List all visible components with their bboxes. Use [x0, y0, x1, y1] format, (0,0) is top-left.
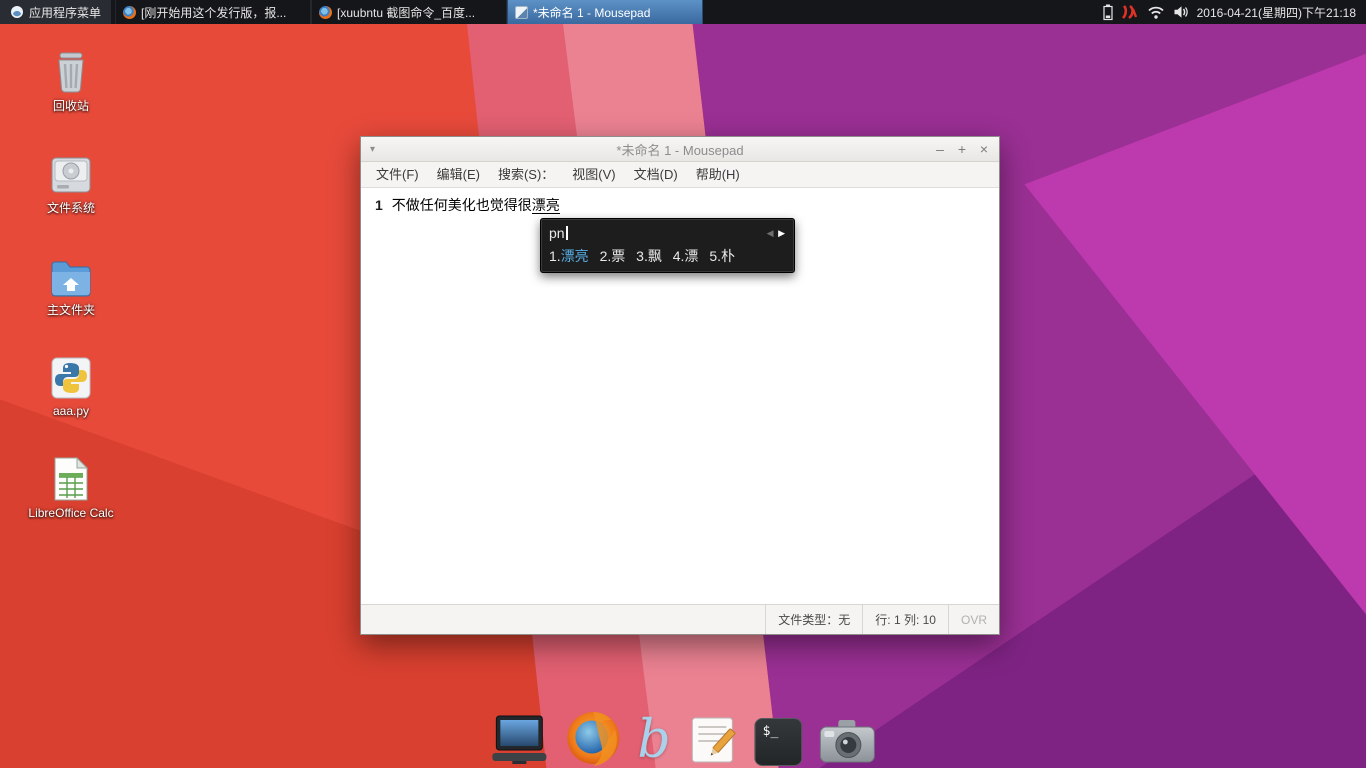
dock-item-display[interactable]: [489, 714, 549, 766]
terminal-icon: $_: [754, 718, 803, 766]
cursor-position-status: 行: 1 列: 10: [862, 605, 948, 634]
menu-view[interactable]: 视图(V): [563, 162, 624, 188]
ime-candidate-3[interactable]: 3.飘: [636, 248, 662, 264]
desktop-item-label: aaa.py: [52, 404, 90, 419]
mousepad-window: ▾ *未命名 1 - Mousepad – + × 文件(F) 编辑(E) 搜索…: [360, 136, 1000, 635]
top-panel: 应用程序菜单 [刚开始用这个发行版，报... [xuubntu 截图命令_百度.…: [0, 0, 1366, 24]
maximize-button[interactable]: +: [953, 139, 971, 159]
taskbar: [刚开始用这个发行版，报... [xuubntu 截图命令_百度... *未命名…: [115, 0, 704, 24]
document-text: 不做任何美化也觉得很漂亮: [392, 195, 560, 215]
dock-item-firefox[interactable]: [565, 710, 621, 766]
ime-candidate-4[interactable]: 4.漂: [673, 248, 699, 264]
statusbar: 文件类型：无 行: 1 列: 10 OVR: [361, 604, 999, 634]
firefox-icon: [319, 5, 333, 19]
firefox-icon: [567, 712, 620, 766]
mousepad-icon: [515, 5, 529, 19]
close-button[interactable]: ×: [975, 139, 993, 159]
window-title: *未命名 1 - Mousepad: [616, 142, 744, 158]
applications-menu-button[interactable]: 应用程序菜单: [0, 0, 112, 24]
dock: b $_: [489, 710, 876, 766]
notes-pencil-icon: [692, 717, 736, 763]
ime-candidate-window: pn ◀ ▶ 1.漂亮 2.票 3.飘 4.漂 5.朴: [540, 218, 795, 273]
menu-search[interactable]: 搜索(S)：: [489, 162, 563, 188]
taskbar-item-firefox-2[interactable]: [xuubntu 截图命令_百度...: [311, 0, 508, 24]
drive-icon: [47, 148, 95, 198]
clock[interactable]: 2016-04-21(星期四)下午21:18: [1197, 4, 1356, 21]
input-method-red-logo-icon[interactable]: [1121, 4, 1139, 20]
desktop-item-libreoffice-calc[interactable]: LibreOffice Calc: [26, 453, 116, 521]
firefox-icon: [123, 5, 137, 19]
battery-icon[interactable]: [1102, 4, 1113, 21]
desktop-item-filesystem[interactable]: 文件系统: [26, 148, 116, 216]
desktop-item-label: 文件系统: [46, 200, 95, 215]
ime-candidate-5[interactable]: 5.朴: [709, 248, 735, 264]
applications-menu-label: 应用程序菜单: [29, 5, 102, 20]
python-file-icon: [48, 351, 94, 401]
system-tray: 2016-04-21(星期四)下午21:18: [1102, 0, 1366, 24]
desktop-icon-column: 回收站 文件系统 主文件夹 aaa.py LibreOffice Calc: [26, 46, 116, 555]
calc-icon: [50, 453, 92, 503]
xubuntu-logo-icon: [11, 6, 23, 18]
desktop-item-home[interactable]: 主文件夹: [26, 250, 116, 318]
menu-file[interactable]: 文件(F): [367, 162, 428, 188]
menu-help[interactable]: 帮助(H): [687, 162, 749, 188]
menu-edit[interactable]: 编辑(E): [428, 162, 489, 188]
display-icon: [492, 715, 547, 764]
ime-preedit-text: 漂亮: [531, 197, 560, 214]
dock-item-camera[interactable]: [819, 718, 877, 766]
desktop-item-label: 主文件夹: [46, 302, 95, 317]
dock-item-bing[interactable]: b: [637, 714, 670, 766]
menu-document[interactable]: 文档(D): [625, 162, 687, 188]
bing-icon: b: [637, 710, 671, 768]
taskbar-item-mousepad[interactable]: *未命名 1 - Mousepad: [507, 0, 704, 24]
desktop-item-python-file[interactable]: aaa.py: [26, 351, 116, 419]
desktop-item-label: 回收站: [52, 99, 89, 113]
taskbar-item-firefox-1[interactable]: [刚开始用这个发行版，报...: [115, 0, 312, 24]
ime-input-text: pn: [549, 225, 565, 241]
dock-item-text-editor[interactable]: [687, 714, 739, 766]
trash-icon: [49, 46, 93, 96]
line-number: 1: [375, 197, 383, 213]
minimize-button[interactable]: –: [931, 139, 949, 159]
ime-candidate-1[interactable]: 1.漂亮: [549, 248, 589, 264]
dock-item-terminal[interactable]: $_: [754, 718, 803, 766]
ime-caret: [565, 226, 568, 240]
ime-candidate-2[interactable]: 2.票: [600, 248, 626, 264]
ime-next-page-icon[interactable]: ▶: [778, 228, 786, 238]
desktop-item-trash[interactable]: 回收站: [26, 46, 116, 114]
volume-icon[interactable]: [1173, 5, 1189, 19]
desktop-item-label: LibreOffice Calc: [28, 506, 114, 521]
ime-prev-page-icon[interactable]: ◀: [767, 228, 775, 238]
wifi-icon[interactable]: [1147, 5, 1165, 20]
menubar: 文件(F) 编辑(E) 搜索(S)： 视图(V) 文档(D) 帮助(H): [361, 162, 999, 188]
overwrite-mode-indicator[interactable]: OVR: [947, 605, 999, 634]
camera-icon: [820, 720, 876, 763]
home-folder-icon: [47, 250, 95, 300]
committed-text: 不做任何美化也觉得很: [391, 197, 532, 213]
ime-candidate-list: 1.漂亮 2.票 3.飘 4.漂 5.朴: [549, 246, 786, 266]
titlebar[interactable]: ▾ *未命名 1 - Mousepad – + ×: [361, 137, 999, 162]
editor-line: 1 不做任何美化也觉得很漂亮: [375, 195, 999, 215]
filetype-status[interactable]: 文件类型：无: [765, 605, 862, 634]
